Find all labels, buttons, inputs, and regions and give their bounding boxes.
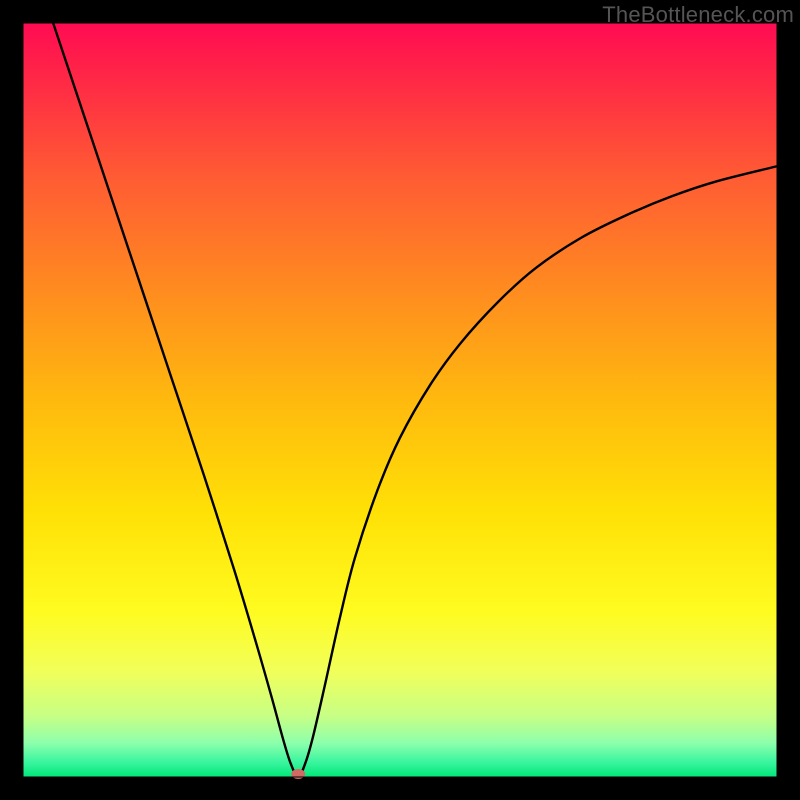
plot-background xyxy=(23,23,777,777)
bottleneck-chart xyxy=(0,0,800,800)
watermark-text: TheBottleneck.com xyxy=(602,2,794,28)
chart-frame: TheBottleneck.com xyxy=(0,0,800,800)
